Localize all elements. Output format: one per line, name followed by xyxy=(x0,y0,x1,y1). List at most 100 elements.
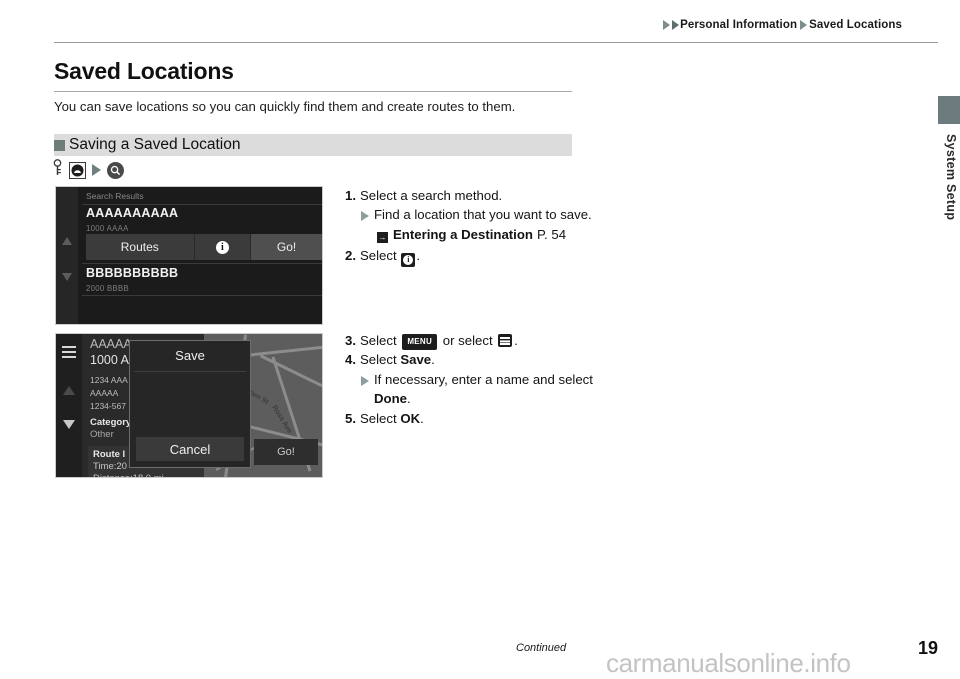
step-5-target: OK xyxy=(400,410,421,426)
reference-arrow-icon: → xyxy=(377,231,388,243)
step-1: 1. Select a search method. xyxy=(345,186,595,205)
divider xyxy=(82,204,322,205)
breadcrumb-section: Personal Information xyxy=(680,19,798,31)
section-heading-label: Saving a Saved Location xyxy=(69,136,241,153)
info-icon: i xyxy=(401,253,416,268)
poi-category-label: Category xyxy=(90,417,132,428)
divider xyxy=(134,371,246,372)
step-1-reference[interactable]: → Entering a Destination P. 54 xyxy=(377,225,595,244)
step-2: 2. Select i. xyxy=(345,246,595,268)
step-5: 5. Select OK. xyxy=(345,409,595,428)
reference-title: Entering a Destination xyxy=(393,226,533,242)
bullet-arrow-icon xyxy=(361,375,369,386)
step-2-prefix: Select xyxy=(360,248,397,264)
step-4-sub-target: Done xyxy=(374,391,407,407)
step-5-prefix: Select xyxy=(360,410,397,426)
step-2-suffix: . xyxy=(416,248,420,264)
title-divider xyxy=(54,91,572,92)
steps-list-top: 1. Select a search method. Find a locati… xyxy=(345,186,595,268)
step-4-prefix: Select xyxy=(360,352,397,368)
result-2-name[interactable]: BBBBBBBBBB xyxy=(86,266,178,280)
divider xyxy=(82,295,322,296)
header-divider xyxy=(54,42,938,43)
go-button[interactable]: Go! xyxy=(251,234,322,260)
section-heading: Saving a Saved Location xyxy=(54,134,240,156)
arrow-right-icon xyxy=(92,164,101,176)
routes-button[interactable]: Routes xyxy=(86,234,195,260)
result-1-detail: 1000 AAAA xyxy=(86,224,129,233)
step-2-text: Select i. xyxy=(360,246,420,268)
chevron-right-icon xyxy=(672,20,680,30)
step-3-number: 3. xyxy=(345,333,356,348)
poi-line2: 1000 A xyxy=(90,353,129,367)
result-action-bar: Routes i Go! xyxy=(86,234,322,260)
step-5-text: Select OK. xyxy=(360,409,424,428)
page-number: 19 xyxy=(917,638,938,658)
menu-hamburger-icon[interactable] xyxy=(62,346,76,361)
result-1-name[interactable]: AAAAAAAAAA xyxy=(86,206,178,220)
step-4-sub-suffix: . xyxy=(406,391,411,407)
divider xyxy=(82,263,322,264)
key-icon xyxy=(52,158,63,182)
search-results-header: Search Results xyxy=(86,191,144,201)
poi-address: 1234 AAA AAAAA 1234-567 xyxy=(90,375,128,412)
side-tab-marker xyxy=(938,96,960,124)
step-5-number: 5. xyxy=(345,410,356,426)
reference-page: P. 54 xyxy=(536,226,567,242)
route-info-label: Route I xyxy=(93,449,126,460)
step-4-suffix: . xyxy=(431,352,435,368)
scroll-down-icon[interactable] xyxy=(63,420,75,429)
map-go-button[interactable]: Go! xyxy=(254,439,318,465)
menu-button-icon: MENU xyxy=(402,334,438,350)
bullet-arrow-icon xyxy=(361,211,369,222)
poi-scroll-rail[interactable] xyxy=(56,334,82,477)
continued-label: Continued xyxy=(516,642,567,654)
poi-name: AAAAA xyxy=(90,337,132,351)
step-4-target: Save xyxy=(400,352,432,368)
scroll-rail[interactable] xyxy=(56,187,78,324)
search-results-body: Search Results AAAAAAAAAA 1000 AAAA Rout… xyxy=(78,187,322,324)
save-dialog: Save Cancel xyxy=(129,340,251,468)
step-3: 3. Select MENU or select . xyxy=(345,331,595,350)
chevron-right-icon xyxy=(663,20,671,30)
breadcrumb-subsection: Saved Locations xyxy=(809,19,902,31)
route-time: Time:20 xyxy=(93,461,127,472)
nav-path-icons xyxy=(52,158,124,182)
side-tab-label: System Setup xyxy=(944,134,958,221)
page-title: Saved Locations xyxy=(54,58,234,84)
poi-category-value: Other xyxy=(90,429,114,440)
step-3-prefix: Select xyxy=(360,333,397,348)
square-marker-icon xyxy=(54,139,65,151)
step-2-number: 2. xyxy=(345,248,356,264)
save-dialog-title[interactable]: Save xyxy=(130,348,250,363)
cancel-button[interactable]: Cancel xyxy=(136,437,244,461)
step-3-text: Select MENU or select . xyxy=(360,331,518,350)
info-icon: i xyxy=(215,240,229,254)
search-icon[interactable] xyxy=(107,161,124,179)
watermark: carmanualsonline.info xyxy=(606,648,851,678)
step-4-text: Select Save. xyxy=(360,350,435,369)
step-4-sub: If necessary, enter a name and select Do… xyxy=(361,370,595,409)
step-4-sub-text: If necessary, enter a name and select Do… xyxy=(374,370,595,409)
step-3-suffix: . xyxy=(514,333,518,348)
scroll-up-icon[interactable] xyxy=(62,237,72,245)
nav-home-icon[interactable] xyxy=(69,161,86,179)
step-1-text: Select a search method. xyxy=(360,188,503,203)
step-5-suffix: . xyxy=(420,410,424,426)
screenshot-poi-save-dialog: Totten St Ross Ave Go! AAAAA 1000 A 1234… xyxy=(55,333,323,478)
info-button[interactable]: i xyxy=(194,234,252,260)
step-4-number: 4. xyxy=(345,352,356,368)
chevron-right-icon xyxy=(800,20,808,30)
hamburger-menu-icon xyxy=(498,334,513,347)
step-1-number: 1. xyxy=(345,188,356,203)
route-distance: Distance:18.0 mi xyxy=(93,473,164,477)
scroll-down-icon[interactable] xyxy=(62,273,72,281)
step-4-sub-prefix: If necessary, enter a name and select xyxy=(374,371,593,387)
result-2-detail: 2000 BBBB xyxy=(86,284,130,293)
breadcrumb: Personal Information Saved Locations xyxy=(662,19,902,31)
scroll-up-icon[interactable] xyxy=(63,386,75,395)
steps-list-bottom: 3. Select MENU or select . 4. Select Sav… xyxy=(345,331,595,428)
screenshot-search-results: Search Results AAAAAAAAAA 1000 AAAA Rout… xyxy=(55,186,323,325)
step-4: 4. Select Save. xyxy=(345,350,595,369)
map-road xyxy=(259,354,322,397)
